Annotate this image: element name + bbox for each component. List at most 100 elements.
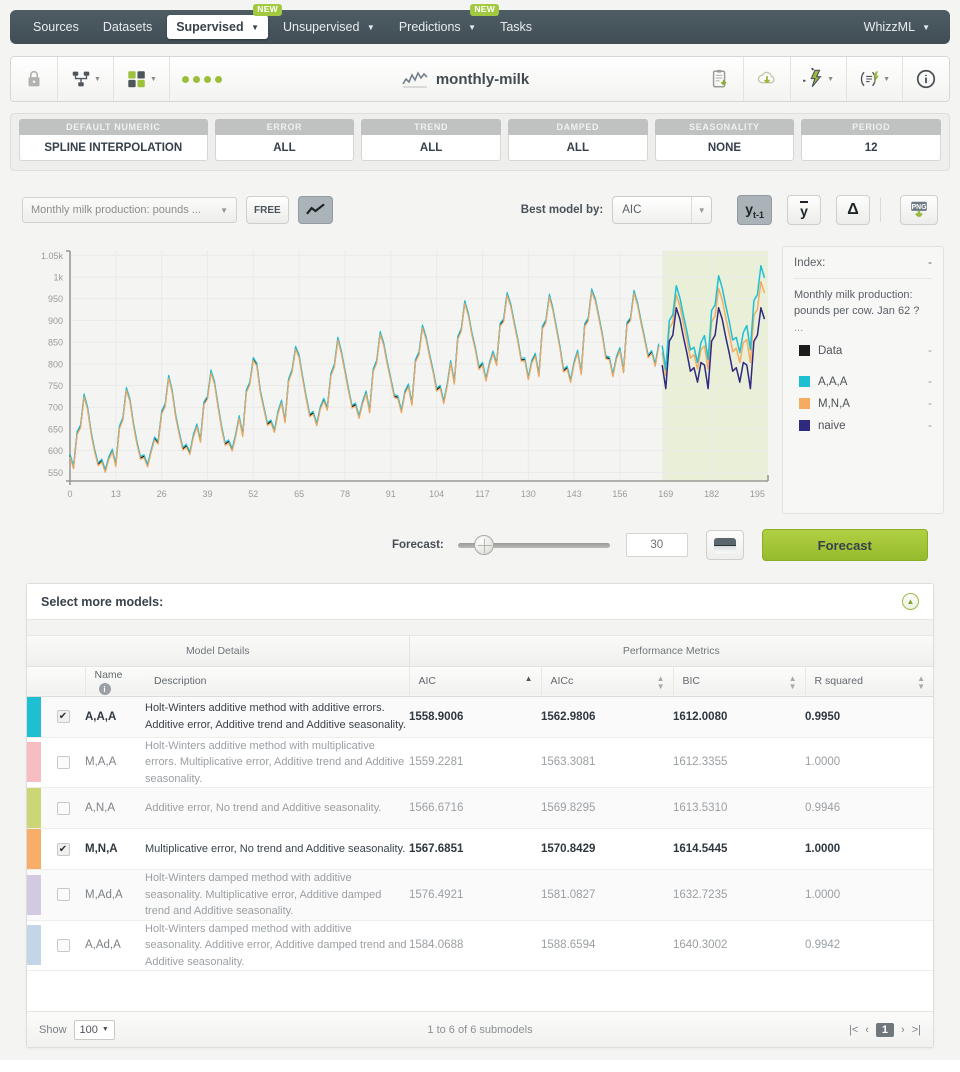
row-select-cell[interactable] <box>41 737 85 788</box>
sort-none-icon: ▲ ▼ <box>917 673 926 691</box>
chevron-down-icon: ▼ <box>883 75 890 83</box>
info-icon[interactable]: i <box>98 683 111 696</box>
collapse-up-icon[interactable]: ▲ <box>902 593 919 610</box>
privacy-lock-button[interactable] <box>11 57 58 101</box>
table-row[interactable]: ✔ M,N,A Multiplicative error, No trend and… <box>27 828 934 870</box>
table-row[interactable]: M,Ad,A Holt-Winters damped method with ad… <box>27 869 934 921</box>
download-dataset-button[interactable] <box>697 57 745 101</box>
row-select-cell[interactable] <box>41 920 85 971</box>
info-button[interactable] <box>903 57 949 101</box>
delta-view-button[interactable]: Δ <box>836 195 870 225</box>
config-trend: TREND ALL <box>361 119 501 165</box>
nav-item-supervised[interactable]: Supervised ▼ NEW <box>167 4 282 39</box>
export-png-button[interactable]: PNG <box>900 195 938 225</box>
row-select-cell[interactable]: ✔ <box>41 696 85 738</box>
forecast-horizon-input[interactable]: 30 <box>625 533 688 557</box>
x-axis-tick-label: 104 <box>429 489 444 499</box>
row-checkbox[interactable] <box>56 938 70 952</box>
split-view-toggle-button[interactable] <box>705 530 744 560</box>
free-badge-button[interactable]: FREE <box>246 196 289 224</box>
script-actions-button[interactable]: ▼ <box>847 57 903 101</box>
flash-actions-button[interactable]: ▼ <box>791 57 848 101</box>
cloud-download-button[interactable] <box>744 57 792 101</box>
row-bic: 1613.5310 <box>673 787 805 829</box>
row-checkbox[interactable]: ✔ <box>56 842 70 856</box>
slider-handle[interactable] <box>473 535 494 555</box>
config-header: DEFAULT NUMERIC <box>19 119 208 135</box>
x-axis-tick-label: 13 <box>111 489 121 499</box>
nav-item-predictions[interactable]: Predictions ▼ NEW <box>390 4 500 39</box>
y-axis-tick-label: 850 <box>48 338 63 348</box>
forecast-button[interactable]: Forecast <box>761 529 928 561</box>
nav-item-unsupervised[interactable]: Unsupervised ▼ <box>274 15 384 39</box>
models-table: Model Details Performance Metrics Name i … <box>27 636 934 971</box>
clone-button[interactable]: ▼ <box>114 57 170 101</box>
best-model-select[interactable]: AIC ▼ <box>612 196 713 224</box>
row-checkbox[interactable] <box>56 888 70 902</box>
row-aic: 1584.0688 <box>409 920 541 971</box>
legend-item-data[interactable]: Data - <box>794 340 932 362</box>
nav-item-account[interactable]: WhizzML ▼ <box>864 20 936 34</box>
config-value: ALL <box>507 135 648 161</box>
row-checkbox[interactable] <box>56 755 70 769</box>
row-color-swatch <box>27 925 41 966</box>
row-checkbox[interactable]: ✔ <box>56 710 70 723</box>
row-color-swatch-cell <box>27 737 41 788</box>
objective-field-select[interactable]: Monthly milk production: pounds ... ▼ <box>22 197 237 223</box>
x-axis-tick-label: 182 <box>704 489 719 499</box>
table-row[interactable]: A,Ad,A Holt-Winters damped method with ad… <box>27 920 934 971</box>
timeseries-chart[interactable]: 550 600 650 700 750 800 850 900 950 1k 1.05k 0 13 26 3… <box>24 243 774 513</box>
pagination-summary: 1 to 6 of 6 submodels <box>427 1023 533 1036</box>
row-name: A,N,A <box>85 787 145 829</box>
table-row[interactable]: M,A,A Holt-Winters additive method with m… <box>27 737 934 788</box>
row-color-swatch <box>27 742 41 783</box>
row-select-cell[interactable] <box>41 787 85 829</box>
legend-item-aaa[interactable]: A,A,A - <box>794 362 932 393</box>
column-header-aicc[interactable]: AICc ▲ ▼ <box>541 666 674 697</box>
legend-item-naive[interactable]: naive - <box>794 415 932 437</box>
chevron-down-icon: ▼ <box>468 23 477 32</box>
legend-value: - <box>928 375 932 388</box>
line-chart-toggle-button[interactable] <box>297 196 333 224</box>
legend-value: - <box>928 397 932 410</box>
table-row[interactable]: A,N,A Additive error, No trend and Additi… <box>27 787 934 829</box>
cloud-download-icon <box>757 71 775 84</box>
x-axis-tick-label: 195 <box>750 489 765 499</box>
column-header-bic[interactable]: BIC ▲ ▼ <box>673 666 806 697</box>
legend-item-mna[interactable]: M,N,A - <box>794 393 932 415</box>
nav-label: Sources <box>33 20 79 34</box>
nav-item-datasets[interactable]: Datasets <box>94 15 161 39</box>
row-aicc: 1569.8295 <box>541 787 673 829</box>
x-axis-tick-label: 65 <box>294 489 304 499</box>
pagination-last[interactable]: >| <box>912 1024 921 1036</box>
row-color-swatch <box>27 829 41 869</box>
row-name: M,Ad,A <box>85 869 145 921</box>
row-select-cell[interactable] <box>41 869 85 921</box>
pagination-first[interactable]: |< <box>849 1024 858 1036</box>
pagination-prev[interactable]: ‹ <box>865 1024 869 1036</box>
row-aicc: 1581.0827 <box>541 869 673 921</box>
column-header-rsquared[interactable]: R squared ▲ ▼ <box>805 666 934 697</box>
row-bic: 1632.7235 <box>673 869 805 921</box>
nav-label: Unsupervised <box>283 20 360 34</box>
nav-item-tasks[interactable]: Tasks <box>491 15 541 39</box>
share-button[interactable]: ▼ <box>58 57 114 101</box>
forecast-label: Forecast: <box>392 539 444 551</box>
mean-view-button[interactable]: y <box>787 195 821 225</box>
column-header-aic[interactable]: AIC ▲ <box>409 666 542 697</box>
toolbar-divider <box>880 198 881 222</box>
nav-item-sources[interactable]: Sources <box>24 15 88 39</box>
row-color-swatch-cell <box>27 828 41 870</box>
config-value: SPLINE INTERPOLATION <box>19 135 208 161</box>
pagination-next[interactable]: › <box>901 1024 905 1036</box>
forecast-horizon-slider[interactable] <box>457 535 610 555</box>
row-bic: 1612.3355 <box>673 737 805 788</box>
page-size-select[interactable]: 100 ▼ <box>73 1019 115 1040</box>
column-header-description[interactable]: Description <box>145 666 410 697</box>
pagination-page-1[interactable]: 1 <box>875 1022 895 1037</box>
lag-view-button[interactable]: yt-1 <box>737 195 772 225</box>
row-checkbox[interactable] <box>56 801 70 815</box>
table-row[interactable]: ✔ A,A,A Holt-Winters additive method with … <box>27 696 934 738</box>
column-header-name[interactable]: Name i <box>85 666 145 697</box>
row-select-cell[interactable]: ✔ <box>41 828 85 870</box>
